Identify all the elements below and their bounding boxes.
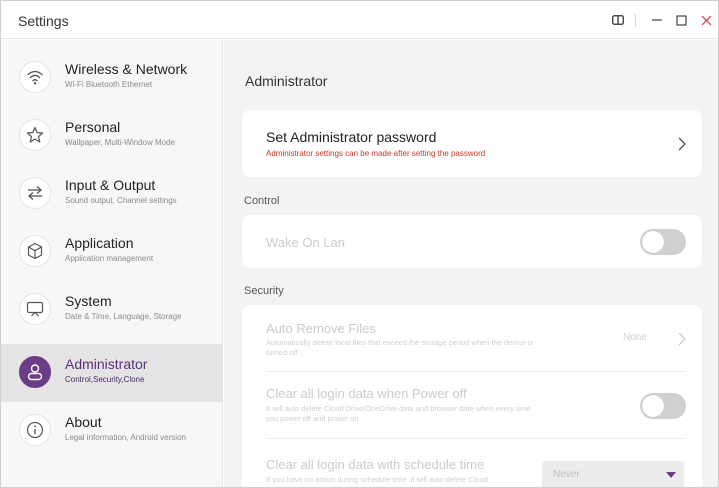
window-title: Settings [18,13,69,29]
monitor-icon [19,293,51,325]
settings-window: Settings Wireless & Network Wi-Fi Blueto… [0,0,719,488]
sidebar-item-label: Administrator [65,356,148,372]
clear-schedule-description: If you have no action during schedule ti… [266,475,488,484]
info-icon [19,414,51,446]
set-password-hint: Administrator settings can be made after… [266,149,486,158]
row-divider [266,371,686,372]
auto-remove-description: Automatically delete local files that ex… [266,338,534,357]
sidebar-item-sublabel: Application management [65,254,154,263]
title-bar-separator [635,14,636,27]
caret-down-icon [666,472,676,478]
sidebar-item-sublabel: Wi-Fi Bluetooth Ethernet [65,80,153,89]
chevron-right-icon[interactable] [676,331,688,347]
sidebar-item-personal[interactable]: Personal Wallpaper, Multi-Window Mode [1,107,223,165]
clear-power-off-description: It will auto delete Cloud Drive/OneDrive… [266,404,531,423]
sidebar-item-label: Personal [65,119,121,135]
minimize-icon [652,19,662,21]
maximize-icon [675,14,687,26]
sidebar-item-sublabel: Date & Time, Language, Storage [65,312,182,321]
split-view-button[interactable] [607,9,629,31]
clear-power-off-toggle[interactable] [640,393,686,419]
star-icon [19,119,51,151]
user-icon [19,356,51,388]
sidebar-item-about[interactable]: About Legal information, Android version [1,402,223,460]
sidebar-item-label: Wireless & Network [65,61,188,77]
chevron-right-icon [678,137,686,151]
clear-power-off-title: Clear all login data when Power off [266,386,467,401]
sidebar: Wireless & Network Wi-Fi Bluetooth Ether… [1,40,223,487]
sidebar-item-application[interactable]: Application Application management [1,223,223,281]
page-title: Administrator [245,73,328,89]
sidebar-item-wireless-network[interactable]: Wireless & Network Wi-Fi Bluetooth Ether… [1,49,223,107]
toggle-knob [642,231,664,253]
sidebar-item-sublabel: Control,Security,Clone [65,375,145,384]
close-icon [701,15,711,25]
sidebar-item-label: System [65,293,112,309]
row-divider [266,438,686,439]
sidebar-item-sublabel: Sound output, Channel settings [65,196,177,205]
sidebar-item-sublabel: Legal information, Android version [65,433,186,442]
security-section-label: Security [244,285,284,297]
wake-on-lan-card: Wake On Lan [242,215,702,268]
swap-arrows-icon [19,177,51,209]
wake-on-lan-toggle[interactable] [640,229,686,255]
close-button[interactable] [695,9,717,31]
wifi-icon [19,61,51,93]
control-section-label: Control [244,195,280,207]
sidebar-item-input-output[interactable]: Input & Output Sound output, Channel set… [1,165,223,223]
sidebar-item-sublabel: Wallpaper, Multi-Window Mode [65,138,175,147]
set-password-title: Set Administrator password [266,129,437,145]
schedule-time-value: Never [553,469,580,480]
auto-remove-title: Auto Remove Files [266,321,376,336]
schedule-time-select[interactable]: Never [542,461,684,487]
security-card: Auto Remove Files Automatically delete l… [242,305,702,487]
sidebar-item-label: Application [65,235,134,251]
maximize-button[interactable] [670,9,692,31]
main-content: Administrator Set Administrator password… [224,40,718,487]
toggle-knob [642,395,664,417]
split-view-icon [612,15,624,25]
title-bar: Settings [1,1,718,39]
sidebar-item-system[interactable]: System Date & Time, Language, Storage [1,281,223,339]
cube-icon [19,235,51,267]
auto-remove-value[interactable]: None [623,332,647,343]
sidebar-item-label: Input & Output [65,177,156,193]
clear-schedule-title: Clear all login data with schedule time [266,457,485,472]
sidebar-item-label: About [65,414,102,430]
sidebar-item-administrator[interactable]: Administrator Control,Security,Clone [1,344,223,402]
set-password-card[interactable]: Set Administrator password Administrator… [242,110,702,177]
wake-on-lan-title: Wake On Lan [266,235,346,250]
minimize-button[interactable] [646,9,668,31]
